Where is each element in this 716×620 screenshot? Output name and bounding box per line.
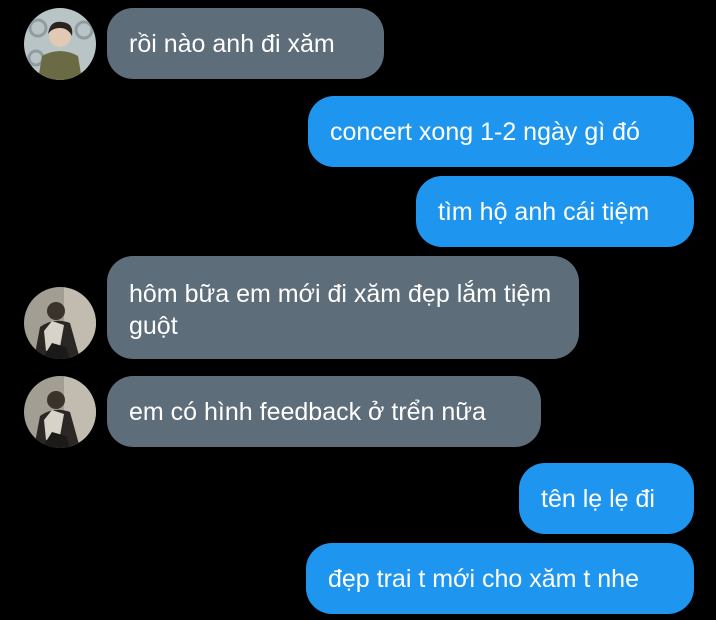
message-bubble-outgoing[interactable]: tên lẹ lẹ đi	[519, 463, 694, 534]
message-text: tìm hộ anh cái tiệm	[438, 197, 650, 226]
message-bubble-outgoing[interactable]: đẹp trai t mới cho xăm t nhe	[306, 543, 694, 614]
message-text: em có hình feedback ở trển nữa	[129, 397, 486, 426]
message-bubble-incoming[interactable]: rồi nào anh đi xăm	[107, 8, 384, 79]
sender-avatar[interactable]	[24, 287, 96, 359]
message-bubble-outgoing[interactable]: concert xong 1-2 ngày gì đó	[308, 96, 694, 167]
message-text: rồi nào anh đi xăm	[129, 29, 335, 58]
message-text: tên lẹ lẹ đi	[541, 484, 655, 513]
sender-avatar[interactable]	[24, 8, 96, 80]
message-bubble-incoming[interactable]: hôm bữa em mới đi xăm đẹp lắm tiệm guột	[107, 256, 579, 359]
message-bubble-incoming[interactable]: em có hình feedback ở trển nữa	[107, 376, 541, 447]
message-bubble-outgoing[interactable]: tìm hộ anh cái tiệm	[416, 176, 694, 247]
message-text: concert xong 1-2 ngày gì đó	[330, 117, 640, 146]
message-text: hôm bữa em mới đi xăm đẹp lắm tiệm guột	[129, 280, 552, 340]
sender-avatar[interactable]	[24, 376, 96, 448]
message-text: đẹp trai t mới cho xăm t nhe	[328, 564, 639, 593]
